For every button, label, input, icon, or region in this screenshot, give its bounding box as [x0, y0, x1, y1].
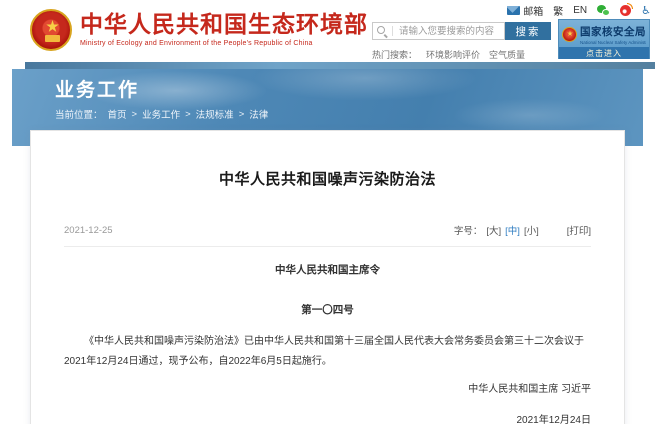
page: 中华人民共和国生态环境部 Ministry of Ecology and Env… — [0, 0, 655, 424]
article-meta-row: 2021-12-25 字号： [大] [中] [小] [打印] — [64, 223, 591, 237]
hot-search-row: 热门搜索： 环境影响评价 空气质量 — [372, 48, 525, 61]
hot-search-link-1[interactable]: 环境影响评价 — [426, 48, 480, 61]
wechat-link[interactable] — [597, 5, 610, 16]
article-title: 中华人民共和国噪声污染防治法 — [64, 168, 591, 189]
doc-signature: 中华人民共和国主席 习近平 — [64, 380, 591, 395]
weibo-link[interactable] — [620, 5, 631, 16]
ministry-title: 中华人民共和国生态环境部 — [80, 12, 368, 37]
article-card: 中华人民共和国噪声污染防治法 2021-12-25 字号： [大] [中] [小… — [30, 130, 625, 424]
print-button[interactable]: [打印] — [567, 223, 591, 237]
accessibility-icon: ♿ — [641, 5, 651, 16]
font-size-large-button[interactable]: [大] — [486, 223, 501, 237]
nnsa-enter-button[interactable]: 点击进入 — [559, 47, 649, 59]
search-bar: 搜索 — [372, 22, 551, 40]
emblem-circle — [30, 9, 72, 51]
weibo-icon — [620, 5, 631, 16]
search-box[interactable] — [372, 22, 505, 40]
doc-signature-date: 2021年12月24日 — [64, 411, 591, 424]
hot-search-label: 热门搜索： — [372, 48, 417, 61]
english-link[interactable]: EN — [573, 5, 587, 16]
nnsa-text: 国家核安全局 National Nuclear Safety Administr… — [580, 24, 646, 45]
tiananmen-icon — [45, 35, 60, 42]
nnsa-badge[interactable]: 国家核安全局 National Nuclear Safety Administr… — [558, 19, 650, 59]
nnsa-emblem-icon — [562, 27, 577, 42]
breadcrumb-label: 当前位置： — [55, 107, 103, 121]
article-controls: 字号： [大] [中] [小] [打印] — [454, 223, 591, 237]
wechat-icon — [597, 5, 610, 16]
breadcrumb-business[interactable]: 业务工作 — [142, 107, 180, 121]
english-label: EN — [573, 5, 587, 16]
breadcrumb-separator: > — [185, 109, 191, 120]
traditional-chinese-link[interactable]: 繁 — [553, 3, 563, 18]
mail-link[interactable]: 邮箱 — [507, 3, 543, 18]
nnsa-name: 国家核安全局 — [580, 24, 646, 39]
nav-strip — [25, 62, 655, 69]
nnsa-name-en: National Nuclear Safety Administration — [580, 40, 646, 45]
doc-paragraph: 《中华人民共和国噪声污染防治法》已由中华人民共和国第十三届全国人民代表大会常务委… — [64, 332, 591, 372]
mail-icon — [507, 6, 520, 15]
star-icon — [46, 20, 59, 33]
national-emblem-logo[interactable] — [28, 8, 74, 56]
breadcrumb: 当前位置： 首页 > 业务工作 > 法规标准 > 法律 — [55, 107, 268, 121]
ministry-title-en: Ministry of Ecology and Environment of t… — [80, 40, 368, 47]
doc-heading-order-number: 第一〇四号 — [64, 302, 591, 317]
search-button[interactable]: 搜索 — [505, 22, 551, 40]
accessibility-link[interactable]: ♿ — [641, 5, 651, 16]
meta-divider — [64, 246, 591, 247]
breadcrumb-separator: > — [132, 109, 138, 120]
font-size-medium-button[interactable]: [中] — [505, 223, 520, 237]
breadcrumb-separator: > — [239, 109, 245, 120]
mail-label: 邮箱 — [523, 3, 543, 18]
breadcrumb-home[interactable]: 首页 — [108, 107, 127, 121]
breadcrumb-standards[interactable]: 法规标准 — [196, 107, 234, 121]
section-title: 业务工作 — [55, 75, 139, 102]
font-size-small-button[interactable]: [小] — [524, 223, 539, 237]
nnsa-badge-top: 国家核安全局 National Nuclear Safety Administr… — [559, 20, 649, 46]
hot-search-link-2[interactable]: 空气质量 — [489, 48, 525, 61]
breadcrumb-current: 法律 — [249, 107, 268, 121]
publish-date: 2021-12-25 — [64, 225, 113, 236]
search-input[interactable] — [397, 25, 500, 38]
search-icon — [377, 26, 388, 37]
search-divider — [392, 26, 393, 36]
traditional-label: 繁 — [553, 3, 563, 18]
font-size-label: 字号： — [454, 223, 483, 237]
utility-bar: 邮箱 繁 EN ♿ — [507, 3, 651, 18]
doc-heading-presidential-order: 中华人民共和国主席令 — [64, 262, 591, 277]
site-brand[interactable]: 中华人民共和国生态环境部 Ministry of Ecology and Env… — [80, 12, 368, 47]
